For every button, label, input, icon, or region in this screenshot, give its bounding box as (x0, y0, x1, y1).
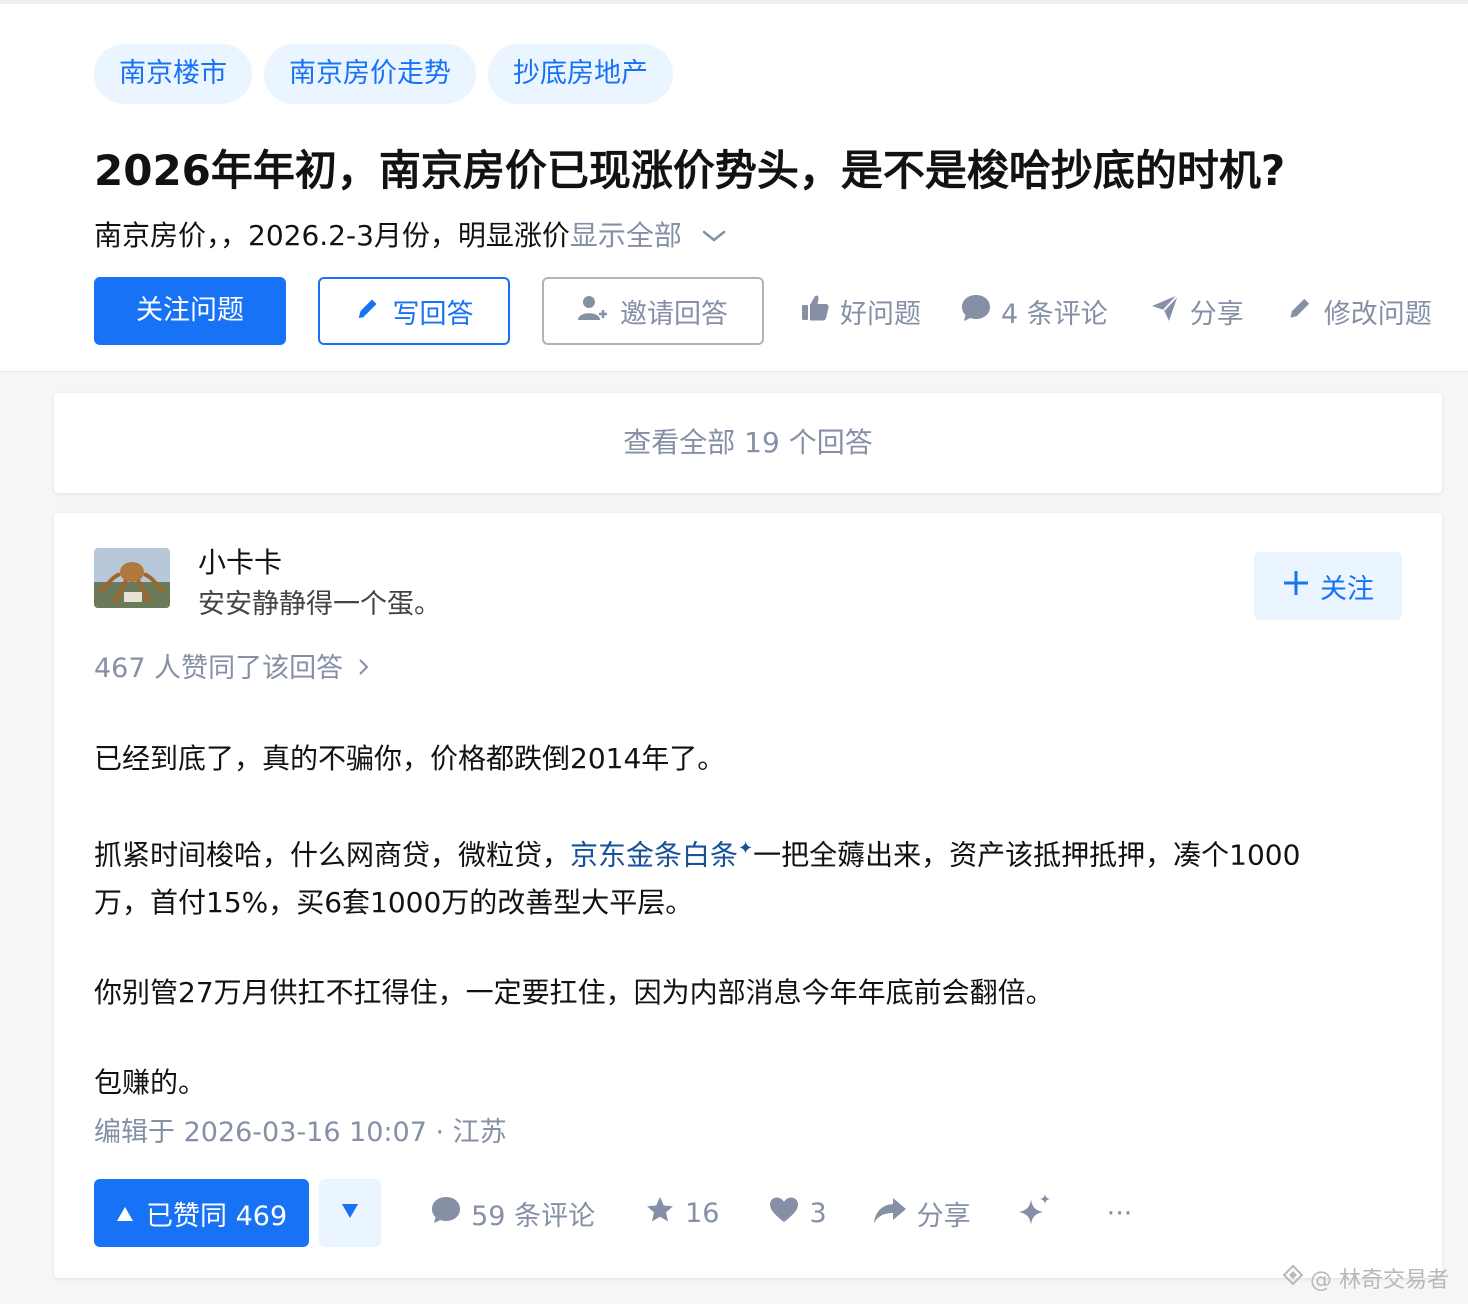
plus-icon (1282, 569, 1310, 604)
answer-paragraph: 已经到底了，真的不骗你，价格都跌倒2014年了。 (94, 742, 726, 775)
star-icon (645, 1195, 675, 1232)
question-share-button[interactable]: 分享 (1150, 292, 1244, 331)
more-options-button[interactable]: ··· (1107, 1198, 1133, 1229)
invite-answer-label: 邀请回答 (620, 298, 728, 330)
author-name[interactable]: 小卡卡 (198, 543, 282, 583)
answer-paragraph-line: 万，首付15%，买6套1000万的改善型大平层。 (94, 886, 694, 920)
question-comments-button[interactable]: 4 条评论 (961, 292, 1108, 331)
topic-tag[interactable]: 南京房价走势 (264, 44, 476, 104)
answer-actions: 已赞同 469 59 条评论 16 3 分享 ··· (94, 1179, 1132, 1247)
triangle-up-icon (116, 1198, 134, 1229)
ai-sparkle-button[interactable] (1017, 1193, 1053, 1234)
voteup-button[interactable]: 已赞同 469 (94, 1179, 310, 1247)
like-count: 3 (809, 1197, 827, 1229)
watermark-logo-icon (1282, 1264, 1304, 1292)
topic-tag[interactable]: 南京楼市 (94, 44, 252, 104)
follow-question-button[interactable]: 关注问题 (94, 277, 286, 345)
write-answer-button[interactable]: 写回答 (318, 277, 510, 345)
favorite-button[interactable]: 16 (645, 1195, 719, 1232)
keyword-link[interactable]: 京东金条白条 (570, 838, 738, 871)
answer-share-label: 分享 (916, 1200, 971, 1232)
comment-icon (961, 293, 991, 330)
edit-question-button[interactable]: 修改问题 (1286, 292, 1432, 331)
question-title: 2026年年初，南京房价已现涨价势头，是不是梭哈抄底的时机? (94, 146, 1286, 195)
edit-question-label: 修改问题 (1323, 298, 1432, 330)
answer-paragraph: 包赚的。 (94, 1066, 207, 1100)
topic-tag[interactable]: 抄底房地产 (488, 44, 673, 104)
share-arrow-icon (873, 1196, 907, 1231)
edit-timestamp: 编辑于 2026-03-16 10:07 · 江苏 (94, 1117, 507, 1148)
good-question-label: 好问题 (840, 298, 921, 330)
chevron-down-icon[interactable] (702, 229, 726, 243)
heart-icon (769, 1196, 799, 1231)
answer-comments-label: 59 条评论 (471, 1200, 596, 1232)
question-detail-text: 南京房价，，2026.2-3月份，明显涨价 (94, 219, 570, 252)
answer-text: 一把全薅出来，资产该抵押抵押，凑个1000 (753, 838, 1301, 872)
pencil-icon (355, 295, 381, 328)
vote-summary-text: 467 人赞同了该回答 (94, 653, 344, 684)
question-comments-label: 4 条评论 (1001, 298, 1108, 330)
triangle-down-icon (341, 1203, 359, 1223)
voteup-label: 已赞同 469 (146, 1200, 288, 1232)
follow-author-button[interactable]: 关注 (1254, 552, 1402, 620)
invite-user-icon (578, 294, 608, 329)
author-bio: 安安静静得一个蛋。 (198, 589, 441, 620)
favorite-count: 16 (685, 1197, 720, 1229)
watermark: @ 林奇交易者 (1282, 1262, 1449, 1294)
answer-paragraph: 你别管27万月供扛不扛得住，一定要扛住，因为内部消息今年年底前会翻倍。 (94, 976, 1054, 1010)
avatar[interactable] (94, 548, 170, 608)
answer-comments-button[interactable]: 59 条评论 (431, 1194, 595, 1233)
answer-content: 已经到底了，真的不骗你，价格都跌倒2014年了。 抓紧时间梭哈，什么网商贷，微粒… (94, 735, 1404, 1107)
invite-answer-button[interactable]: 邀请回答 (542, 277, 764, 345)
answer-paragraph: 抓紧时间梭哈，什么网商贷，微粒贷，京东金条白条✦一把全薅出来，资产该抵押抵押，凑… (94, 825, 1404, 879)
write-answer-label: 写回答 (392, 298, 474, 330)
sparkle-icon: ✦ (738, 838, 754, 859)
like-button[interactable]: 3 (769, 1196, 827, 1231)
pencil-icon (1286, 294, 1314, 329)
follow-author-label: 关注 (1320, 573, 1374, 605)
votedown-button[interactable] (319, 1179, 382, 1247)
good-question-button[interactable]: 好问题 (800, 292, 921, 331)
view-all-answers-link[interactable]: 查看全部 19 个回答 (54, 393, 1442, 493)
answer-share-button[interactable]: 分享 (873, 1194, 971, 1233)
paper-plane-icon (1150, 293, 1180, 330)
question-actions: 关注问题 写回答 邀请回答 好问题 4 条评论 分享 修改问题 (94, 277, 1432, 345)
answer-text: 抓紧时间梭哈，什么网商贷，微粒贷， (94, 838, 571, 872)
watermark-text: @ 林奇交易者 (1310, 1268, 1449, 1293)
show-all-link[interactable]: 显示全部 (570, 214, 682, 258)
topic-tags: 南京楼市 南京房价走势 抄底房地产 (94, 44, 673, 104)
sparkle-icon (1017, 1193, 1053, 1234)
chevron-right-icon (358, 649, 370, 689)
question-detail: 南京房价，，2026.2-3月份，明显涨价 显示全部 (94, 214, 726, 258)
question-header: 南京楼市 南京房价走势 抄底房地产 2026年年初，南京房价已现涨价势头，是不是… (0, 4, 1468, 372)
thumbs-up-icon (800, 293, 830, 330)
vote-summary-link[interactable]: 467 人赞同了该回答 (94, 649, 370, 689)
question-share-label: 分享 (1189, 298, 1244, 330)
answer-card: 小卡卡 安安静静得一个蛋。 关注 467 人赞同了该回答 已经到底了，真的不骗你… (54, 513, 1442, 1278)
comment-icon (431, 1195, 461, 1232)
